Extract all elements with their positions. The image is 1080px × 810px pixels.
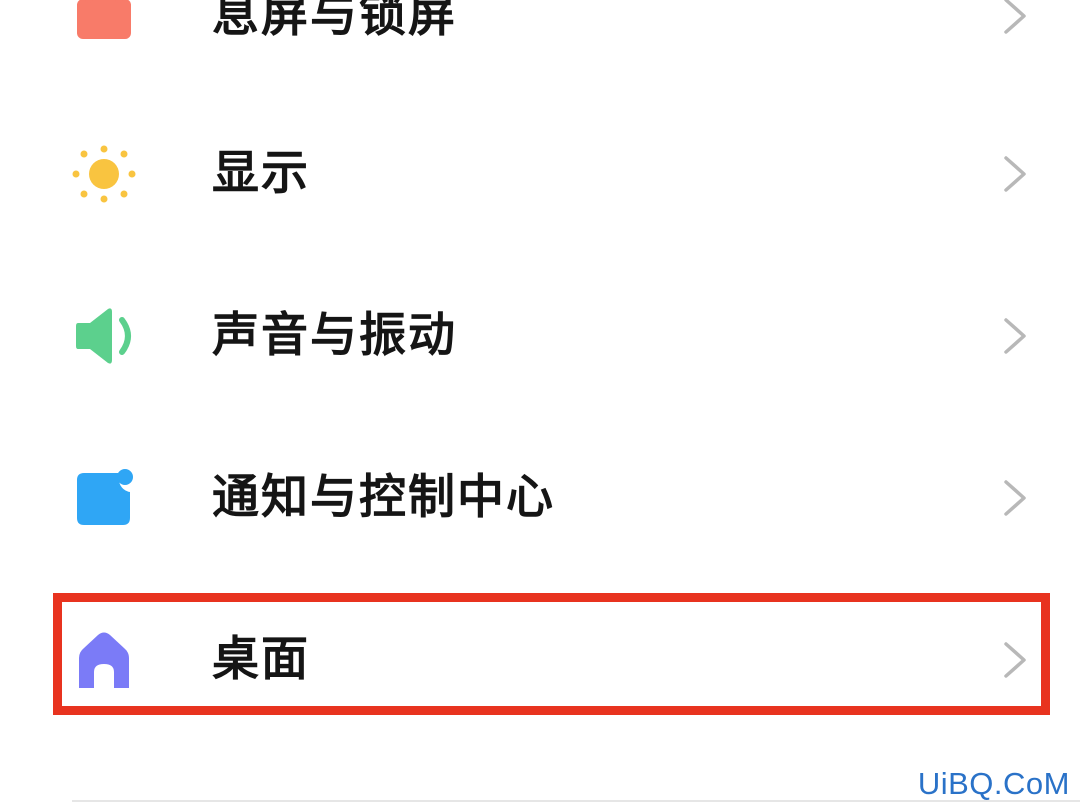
chevron-right-icon <box>998 0 1030 36</box>
settings-item-label: 显示 <box>212 146 310 201</box>
chevron-right-icon <box>998 640 1030 680</box>
home-icon <box>68 630 140 690</box>
settings-item-home-screen[interactable]: 桌面 <box>0 585 1080 735</box>
watermark: UiBQ.CoM <box>917 766 1070 801</box>
chevron-right-icon <box>998 478 1030 518</box>
settings-item-sound[interactable]: 声音与振动 <box>0 261 1080 411</box>
notification-icon <box>68 468 140 528</box>
settings-item-label: 声音与振动 <box>212 308 457 363</box>
settings-item-label: 通知与控制中心 <box>212 470 555 525</box>
settings-item-label: 息屏与锁屏 <box>212 0 457 43</box>
lock-screen-icon <box>68 0 140 46</box>
settings-item-label: 桌面 <box>212 632 310 687</box>
chevron-right-icon <box>998 154 1030 194</box>
settings-item-display[interactable]: 显示 <box>0 99 1080 249</box>
chevron-right-icon <box>998 316 1030 356</box>
speaker-icon <box>68 306 140 366</box>
sun-icon <box>68 144 140 204</box>
settings-item-notification[interactable]: 通知与控制中心 <box>0 423 1080 573</box>
settings-item-lock-screen[interactable]: 息屏与锁屏 <box>0 0 1080 91</box>
